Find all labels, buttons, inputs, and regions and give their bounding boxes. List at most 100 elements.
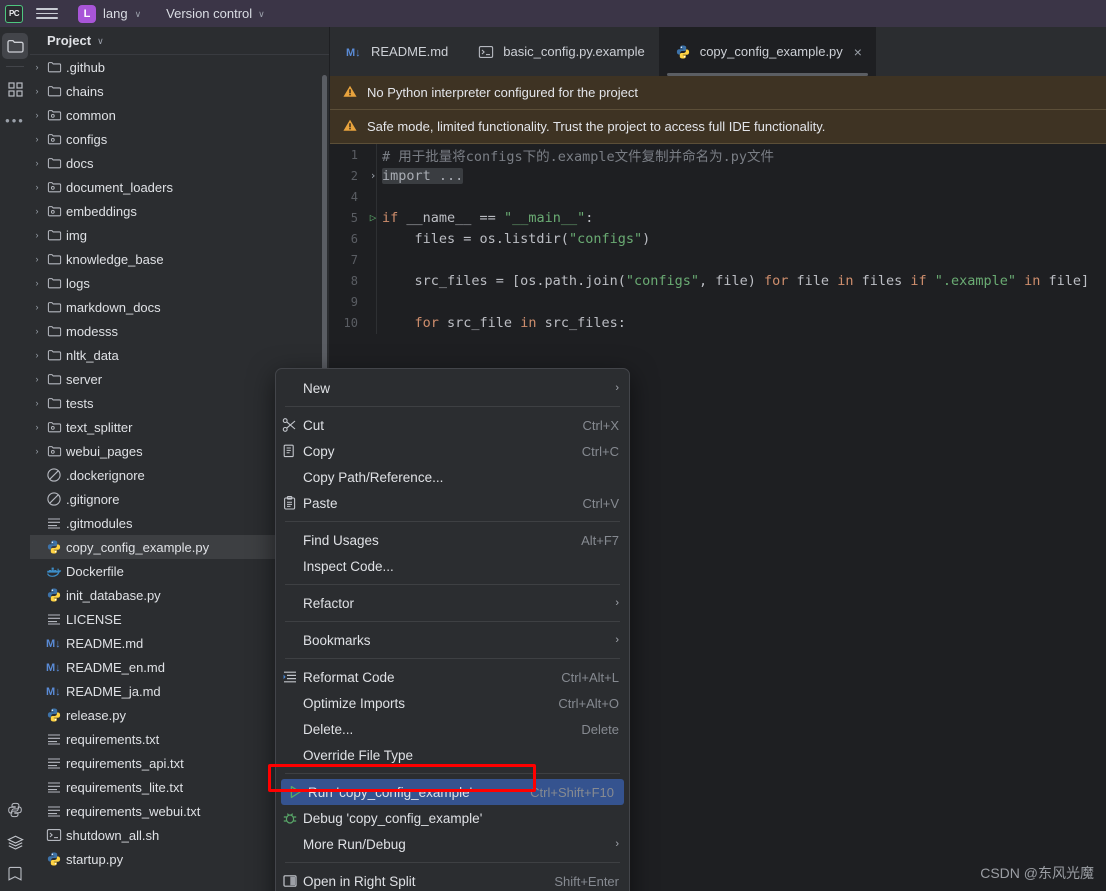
- tree-item-label: .dockerignore: [66, 467, 145, 483]
- chevron-right-icon[interactable]: ›: [30, 422, 44, 432]
- folder-icon: [44, 156, 64, 171]
- folder-icon: [47, 85, 61, 96]
- menu-item-debug-copy-config-example[interactable]: Debug 'copy_config_example': [276, 805, 629, 831]
- close-icon[interactable]: ×: [854, 44, 862, 60]
- code-line[interactable]: 8 src_files = [os.path.join("configs", f…: [330, 270, 1106, 291]
- rail-item-database[interactable]: [2, 829, 28, 855]
- text-file-icon: [48, 806, 60, 817]
- tree-item-label: text_splitter: [66, 419, 133, 435]
- tree-item-document-loaders[interactable]: › document_loaders: [30, 175, 329, 199]
- code-line[interactable]: 4: [330, 186, 1106, 207]
- tree-item-label: tests: [66, 395, 94, 411]
- chevron-right-icon[interactable]: ›: [30, 398, 44, 408]
- menu-item-refactor[interactable]: Refactor ›: [276, 590, 629, 616]
- menu-item-copy-path-reference[interactable]: Copy Path/Reference...: [276, 464, 629, 490]
- notification-banner[interactable]: Safe mode, limited functionality. Trust …: [330, 110, 1106, 144]
- chevron-right-icon[interactable]: ›: [30, 134, 44, 144]
- tree-item-label: chains: [66, 83, 104, 99]
- chevron-right-icon[interactable]: ›: [30, 206, 44, 216]
- chevron-right-icon[interactable]: ›: [30, 326, 44, 336]
- menu-item-new[interactable]: New ›: [276, 375, 629, 401]
- chevron-right-icon[interactable]: ›: [30, 110, 44, 120]
- menu-item-override-file-type[interactable]: Override File Type: [276, 742, 629, 768]
- tree-item-chains[interactable]: › chains: [30, 79, 329, 103]
- rail-item-project[interactable]: [2, 33, 28, 59]
- menu-item-paste[interactable]: Paste Ctrl+V: [276, 490, 629, 516]
- tree-item-logs[interactable]: › logs: [30, 271, 329, 295]
- split-icon: [276, 873, 303, 889]
- tree-item-docs[interactable]: › docs: [30, 151, 329, 175]
- editor-tab-readme-md[interactable]: M↓ README.md: [330, 27, 462, 76]
- tree-item-nltk-data[interactable]: › nltk_data: [30, 343, 329, 367]
- code-line-text: files = os.listdir("configs"): [382, 231, 651, 247]
- python-file-icon: [44, 707, 64, 723]
- menu-item-run-copy-config-example[interactable]: Run 'copy_config_example' Ctrl+Shift+F10: [281, 779, 624, 805]
- chevron-right-icon[interactable]: ›: [30, 86, 44, 96]
- editor-tab-bar: M↓ README.md basic_config.py.example copy_c…: [330, 27, 1106, 76]
- chevron-right-icon[interactable]: ›: [30, 446, 44, 456]
- menu-item-optimize-imports[interactable]: Optimize Imports Ctrl+Alt+O: [276, 690, 629, 716]
- tree-item-common[interactable]: › common: [30, 103, 329, 127]
- rail-item-learn[interactable]: [2, 861, 28, 887]
- menu-item-bookmarks[interactable]: Bookmarks ›: [276, 627, 629, 653]
- tree-item-github[interactable]: › .github: [30, 55, 329, 79]
- tree-item-knowledge-base[interactable]: › knowledge_base: [30, 247, 329, 271]
- version-control-widget[interactable]: Version control ∨: [166, 6, 265, 21]
- run-gutter-icon[interactable]: ▷: [364, 211, 382, 224]
- menu-item-cut[interactable]: Cut Ctrl+X: [276, 412, 629, 438]
- chevron-right-icon[interactable]: ›: [30, 62, 44, 72]
- code-line[interactable]: 6 files = os.listdir("configs"): [330, 228, 1106, 249]
- code-line[interactable]: 11 tar_file = src_file.replace(".example…: [330, 333, 1106, 334]
- editor-tab-basic-config-py-example[interactable]: basic_config.py.example: [462, 27, 658, 76]
- file-context-menu[interactable]: New › Cut Ctrl+X Copy Ctrl+C Copy Path/Referen…: [275, 368, 630, 891]
- rail-item-structure[interactable]: [2, 76, 28, 102]
- notification-banner[interactable]: No Python interpreter configured for the…: [330, 76, 1106, 110]
- chevron-down-icon[interactable]: ∨: [97, 36, 104, 47]
- menu-item-open-in-right-split[interactable]: Open in Right Split Shift+Enter: [276, 868, 629, 891]
- chevron-right-icon[interactable]: ›: [30, 182, 44, 192]
- chevron-right-icon[interactable]: ›: [30, 350, 44, 360]
- tree-item-label: requirements_webui.txt: [66, 803, 201, 819]
- fold-arrow-icon[interactable]: ›: [364, 169, 382, 182]
- chevron-right-icon[interactable]: ›: [30, 254, 44, 264]
- chevron-right-icon[interactable]: ›: [30, 230, 44, 240]
- menu-item-delete[interactable]: Delete... Delete: [276, 716, 629, 742]
- code-line[interactable]: 5 ▷ if __name__ == "__main__":: [330, 207, 1106, 228]
- tree-item-img[interactable]: › img: [30, 223, 329, 247]
- menu-item-find-usages[interactable]: Find Usages Alt+F7: [276, 527, 629, 553]
- code-editor[interactable]: 1 # 用于批量将configs下的.example文件复制并命名为.py文件 2 ›…: [330, 144, 1106, 334]
- editor-tab-copy-config-example-py[interactable]: copy_config_example.py ×: [658, 27, 876, 76]
- folder-icon: [44, 228, 64, 243]
- project-widget[interactable]: L lang ∨: [75, 3, 148, 25]
- rail-item-more[interactable]: •••: [2, 108, 28, 134]
- tree-item-embeddings[interactable]: › embeddings: [30, 199, 329, 223]
- tree-item-markdown-docs[interactable]: › markdown_docs: [30, 295, 329, 319]
- ignore-file-icon: [47, 492, 61, 506]
- menu-item-copy[interactable]: Copy Ctrl+C: [276, 438, 629, 464]
- hamburger-menu-icon[interactable]: [36, 5, 58, 23]
- project-panel-header[interactable]: Project ∨: [30, 27, 329, 55]
- menu-item-inspect-code[interactable]: Inspect Code...: [276, 553, 629, 579]
- code-line[interactable]: 1 # 用于批量将configs下的.example文件复制并命名为.py文件: [330, 144, 1106, 165]
- tree-item-label: copy_config_example.py: [66, 539, 210, 555]
- code-line[interactable]: 10 for src_file in src_files:: [330, 312, 1106, 333]
- rail-item-python-packages[interactable]: [2, 797, 28, 823]
- menu-item-reformat-code[interactable]: Reformat Code Ctrl+Alt+L: [276, 664, 629, 690]
- chevron-right-icon[interactable]: ›: [30, 278, 44, 288]
- tree-item-configs[interactable]: › configs: [30, 127, 329, 151]
- project-tree-scrollbar[interactable]: [322, 75, 327, 375]
- shell-file-icon: [44, 827, 64, 843]
- code-line[interactable]: 9: [330, 291, 1106, 312]
- warning-icon: [343, 119, 357, 131]
- markdown-icon: M↓: [346, 47, 361, 59]
- chevron-right-icon[interactable]: ›: [30, 374, 44, 384]
- tree-item-modesss[interactable]: › modesss: [30, 319, 329, 343]
- shell-file-icon: [476, 44, 496, 60]
- package-icon: [47, 181, 61, 192]
- chevron-right-icon[interactable]: ›: [30, 302, 44, 312]
- chevron-right-icon[interactable]: ›: [30, 158, 44, 168]
- menu-item-more-run-debug[interactable]: More Run/Debug ›: [276, 831, 629, 857]
- code-line[interactable]: 2 › import ...: [330, 165, 1106, 186]
- code-token: "__main__": [503, 209, 586, 226]
- code-line[interactable]: 7: [330, 249, 1106, 270]
